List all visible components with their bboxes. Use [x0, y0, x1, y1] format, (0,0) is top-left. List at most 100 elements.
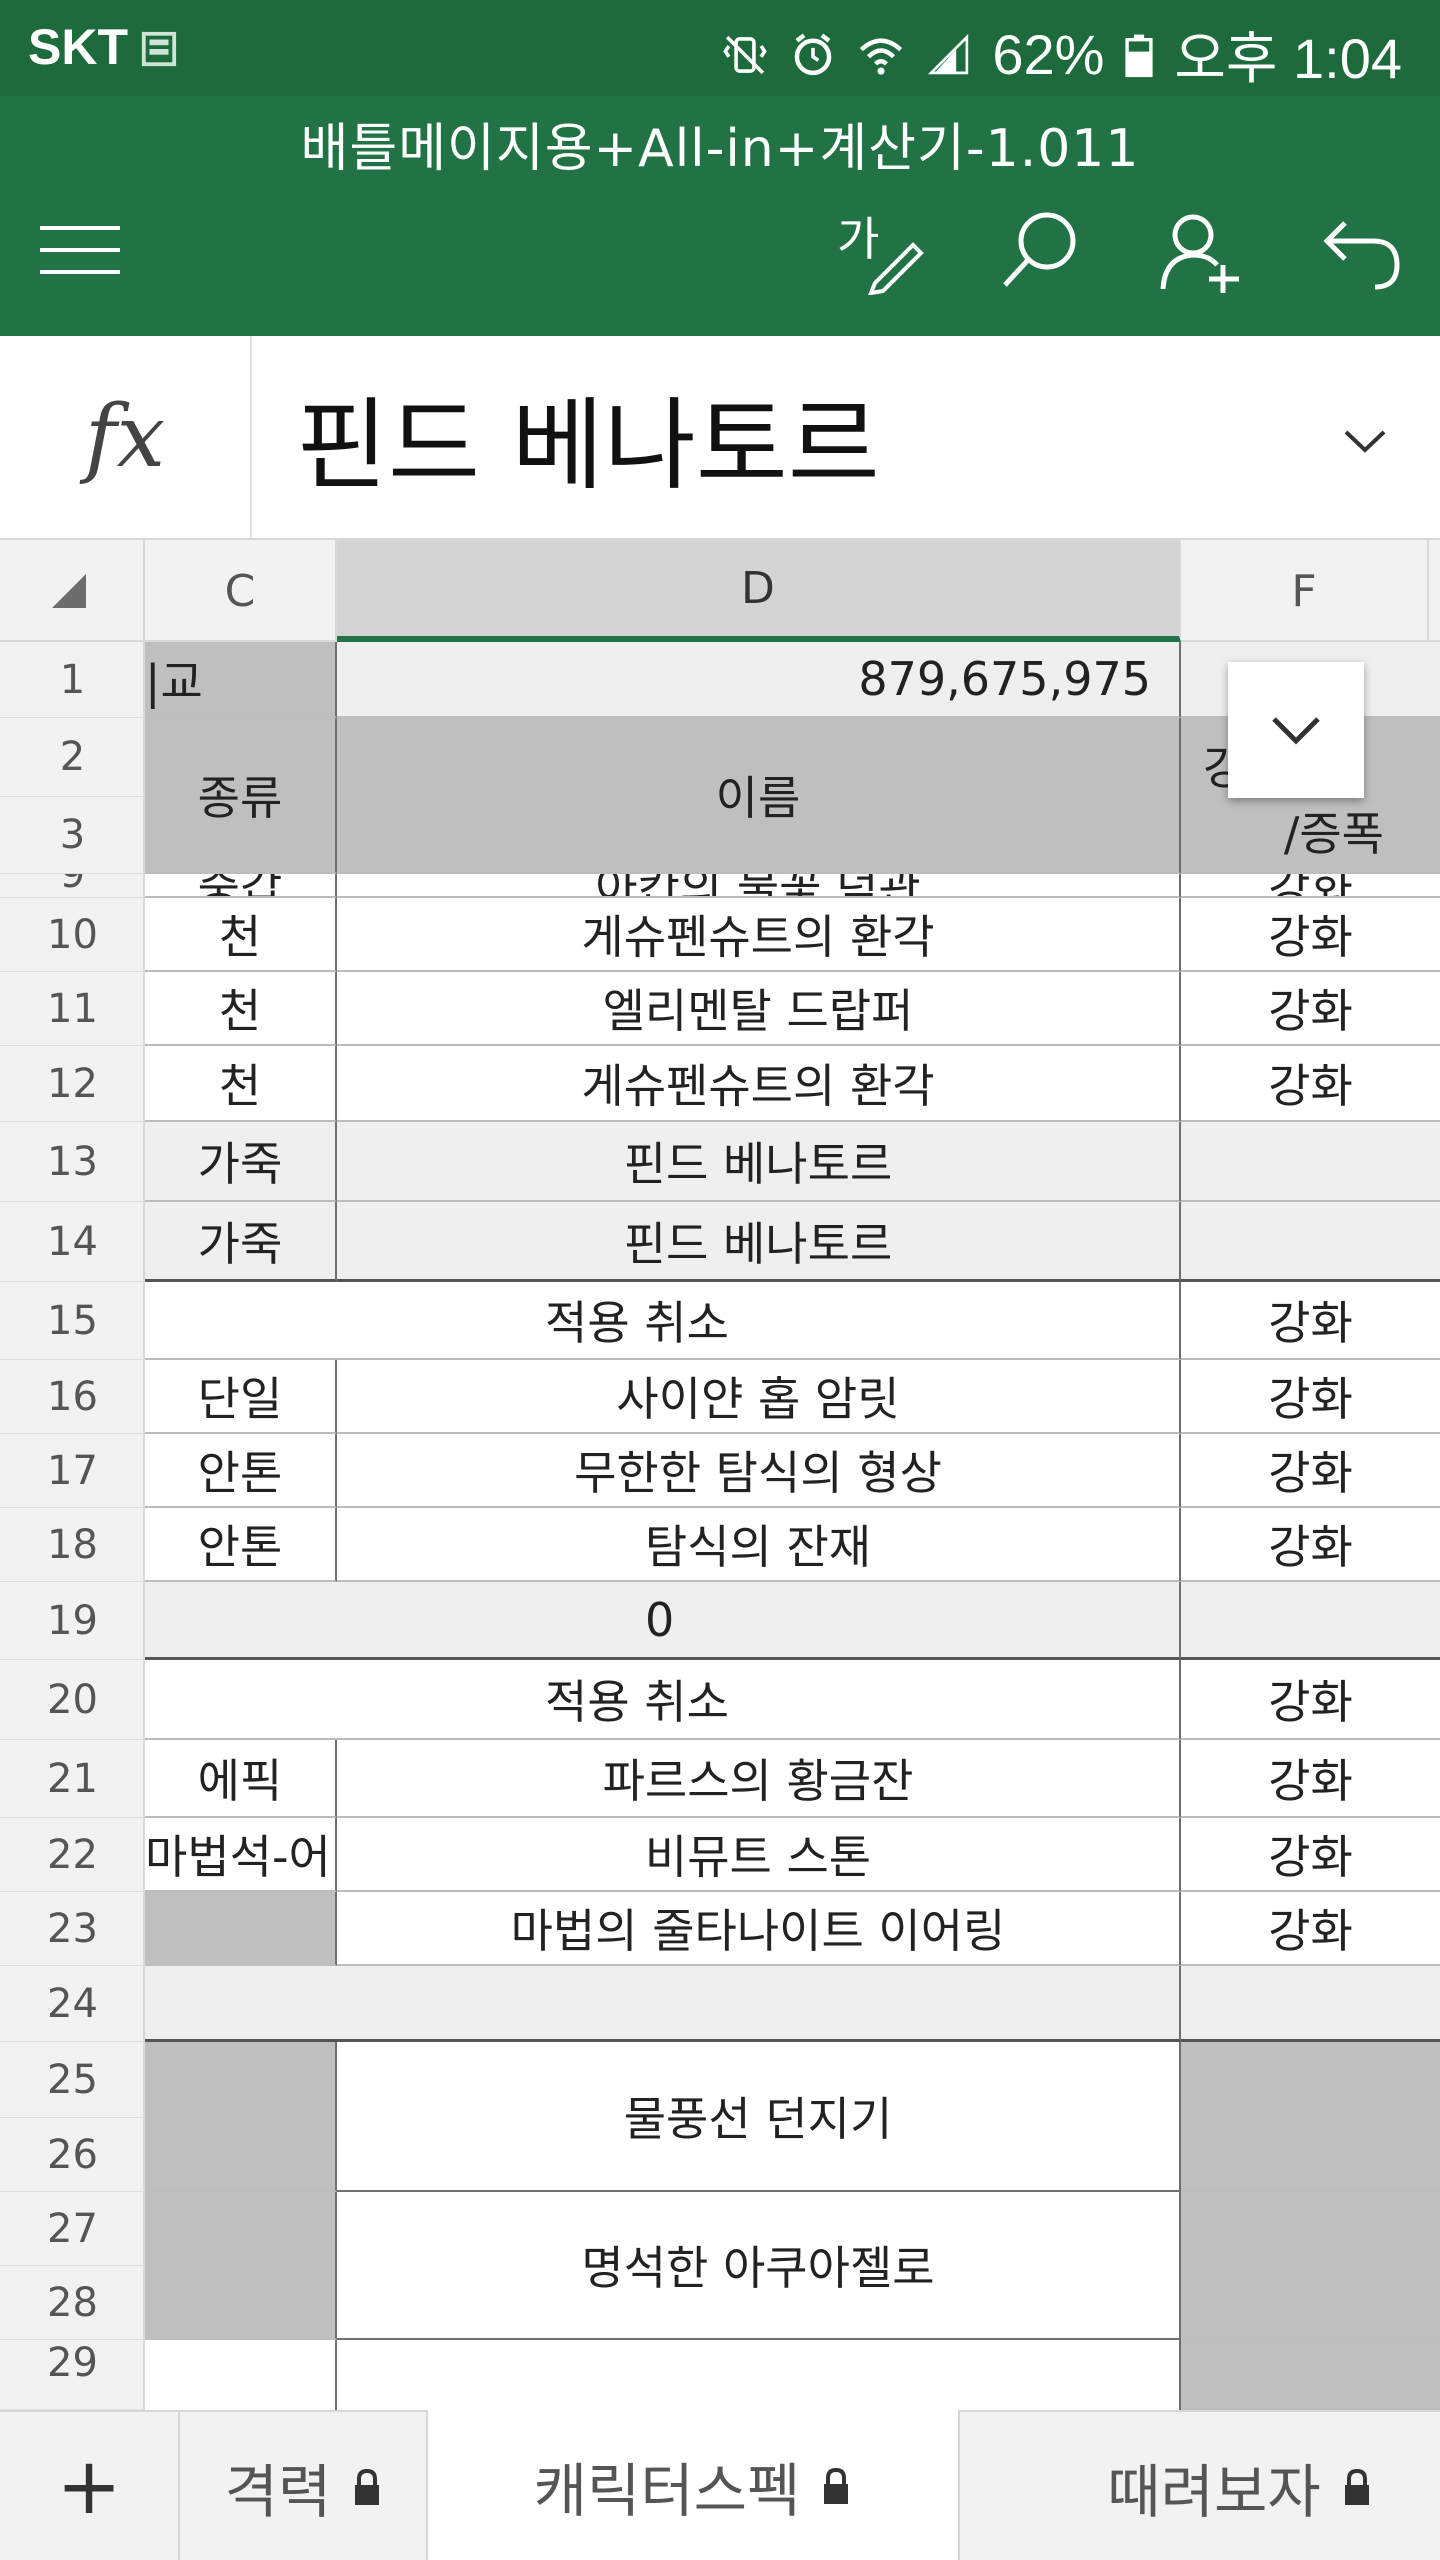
row-header[interactable]: 19: [0, 1582, 145, 1660]
cell-cd15[interactable]: 적용 취소: [145, 1282, 1181, 1360]
cell-f15[interactable]: 강화: [1181, 1282, 1440, 1360]
cell-f24[interactable]: [1181, 1966, 1440, 2042]
cell-d13[interactable]: 핀드 베나토르: [337, 1122, 1181, 1202]
sheet-tab-active[interactable]: 캐릭터스펙: [426, 2410, 960, 2560]
function-button[interactable]: fx: [0, 336, 252, 538]
row-header[interactable]: 25: [0, 2042, 145, 2118]
row-header[interactable]: 23: [0, 1892, 145, 1966]
edit-button[interactable]: 가: [830, 200, 930, 300]
cell-d10[interactable]: 게슈펜슈트의 환각: [337, 898, 1181, 972]
cell-cd20[interactable]: 적용 취소: [145, 1660, 1181, 1740]
cell-f17[interactable]: 강화: [1181, 1434, 1440, 1508]
search-button[interactable]: [990, 200, 1090, 300]
column-header-c[interactable]: C: [145, 540, 337, 642]
cell-f10[interactable]: 강화: [1181, 898, 1440, 972]
cell-f23[interactable]: 강화: [1181, 1892, 1440, 1966]
cell-c27[interactable]: [145, 2192, 337, 2340]
filter-dropdown-button[interactable]: [1228, 662, 1364, 798]
cell-c13[interactable]: 가죽: [145, 1122, 337, 1202]
cell-c23[interactable]: [145, 1892, 337, 1966]
cell-f22[interactable]: 강화: [1181, 1818, 1440, 1892]
cell-d17[interactable]: 무한한 탐식의 형상: [337, 1434, 1181, 1508]
cell-c17[interactable]: 안톤: [145, 1434, 337, 1508]
header-name-cell[interactable]: 이름: [337, 718, 1181, 874]
cell-c21[interactable]: 에픽: [145, 1740, 337, 1818]
spreadsheet-grid[interactable]: C D F 1 2 3 9 10 11 12 13 14 15 16 17 18…: [0, 540, 1440, 2410]
cell-f11[interactable]: 강화: [1181, 972, 1440, 1046]
cell-f20[interactable]: 강화: [1181, 1660, 1440, 1740]
row-header[interactable]: 3: [0, 797, 145, 874]
column-header-f[interactable]: F: [1181, 540, 1429, 642]
row-header[interactable]: 2: [0, 718, 145, 797]
formula-input[interactable]: 핀드 베나토르: [296, 364, 880, 509]
row-header[interactable]: 26: [0, 2118, 145, 2192]
cell-c25[interactable]: [145, 2042, 337, 2192]
cell-f25[interactable]: [1181, 2042, 1440, 2192]
header-type-cell[interactable]: 종류: [145, 718, 337, 874]
sheet-tab[interactable]: 격력: [182, 2412, 426, 2560]
row-header[interactable]: 15: [0, 1282, 145, 1360]
formula-expand-button[interactable]: [1320, 396, 1410, 486]
cell-d29[interactable]: [337, 2340, 1181, 2410]
row-header[interactable]: 29: [0, 2340, 145, 2410]
cell-d22[interactable]: 비뮤트 스톤: [337, 1818, 1181, 1892]
row-header[interactable]: 28: [0, 2266, 145, 2340]
cell-f14[interactable]: [1181, 1202, 1440, 1282]
row-header[interactable]: 17: [0, 1434, 145, 1508]
cell-d16[interactable]: 사이얀 홉 암릿: [337, 1360, 1181, 1434]
cell-c29[interactable]: [145, 2340, 337, 2410]
cell-d25[interactable]: 물풍선 던지기: [337, 2042, 1181, 2192]
row-header[interactable]: 22: [0, 1818, 145, 1892]
cell-c9[interactable]: 중갑: [145, 874, 337, 898]
select-all-corner[interactable]: [0, 540, 145, 642]
cell-f21[interactable]: 강화: [1181, 1740, 1440, 1818]
cell-c18[interactable]: 안톤: [145, 1508, 337, 1582]
cell-c12[interactable]: 천: [145, 1046, 337, 1122]
cell-f16[interactable]: 강화: [1181, 1360, 1440, 1434]
row-header[interactable]: 27: [0, 2192, 145, 2266]
cell-d12[interactable]: 게슈펜슈트의 환각: [337, 1046, 1181, 1122]
cell-f19[interactable]: [1181, 1582, 1440, 1660]
cell-c11[interactable]: 천: [145, 972, 337, 1046]
row-header[interactable]: 1: [0, 642, 145, 718]
cell-d27[interactable]: 명석한 아쿠아젤로: [337, 2192, 1181, 2340]
row-header[interactable]: 13: [0, 1122, 145, 1202]
undo-button[interactable]: [1310, 200, 1410, 300]
cell-c1[interactable]: |교: [145, 642, 337, 718]
menu-button[interactable]: [30, 200, 130, 300]
row-header[interactable]: 12: [0, 1046, 145, 1122]
cell-f12[interactable]: 강화: [1181, 1046, 1440, 1122]
cell-f18[interactable]: 강화: [1181, 1508, 1440, 1582]
sheet-tab[interactable]: 때려보자: [960, 2412, 1440, 2560]
cell-d9[interactable]: 아칸의 불꽃 덕관: [337, 874, 1181, 898]
cell-d1[interactable]: 879,675,975: [337, 642, 1181, 718]
cell-c10[interactable]: 천: [145, 898, 337, 972]
row-header[interactable]: 11: [0, 972, 145, 1046]
cell-f9[interactable]: 강화: [1181, 874, 1440, 898]
cell-d11[interactable]: 엘리멘탈 드랍퍼: [337, 972, 1181, 1046]
row-header[interactable]: 20: [0, 1660, 145, 1740]
cell-c16[interactable]: 단일: [145, 1360, 337, 1434]
cell-f13[interactable]: [1181, 1122, 1440, 1202]
row-header[interactable]: 14: [0, 1202, 145, 1282]
cell-c14[interactable]: 가죽: [145, 1202, 337, 1282]
column-header-d[interactable]: D: [337, 540, 1181, 642]
add-sheet-button[interactable]: +: [0, 2412, 180, 2560]
cell-cd24[interactable]: [145, 1966, 1181, 2042]
cell-d21[interactable]: 파르스의 황금잔: [337, 1740, 1181, 1818]
row-header[interactable]: 16: [0, 1360, 145, 1434]
share-button[interactable]: [1150, 200, 1250, 300]
cell-d18[interactable]: 탐식의 잔재: [337, 1508, 1181, 1582]
cell-area[interactable]: |교 879,675,975 종류 이름 강 /증폭 중갑 아칸의 불꽃 덕관 …: [145, 642, 1440, 2410]
cell-c22[interactable]: 마법석-어: [145, 1818, 337, 1892]
cell-d23[interactable]: 마법의 줄타나이트 이어링: [337, 1892, 1181, 1966]
row-header[interactable]: 24: [0, 1966, 145, 2042]
row-header[interactable]: 18: [0, 1508, 145, 1582]
cell-cd19[interactable]: 0: [145, 1582, 1181, 1660]
cell-d14[interactable]: 핀드 베나토르: [337, 1202, 1181, 1282]
row-header[interactable]: 10: [0, 898, 145, 972]
row-header[interactable]: 9: [0, 874, 145, 898]
cell-f29[interactable]: [1181, 2340, 1440, 2410]
cell-f27[interactable]: [1181, 2192, 1440, 2340]
row-header[interactable]: 21: [0, 1740, 145, 1818]
